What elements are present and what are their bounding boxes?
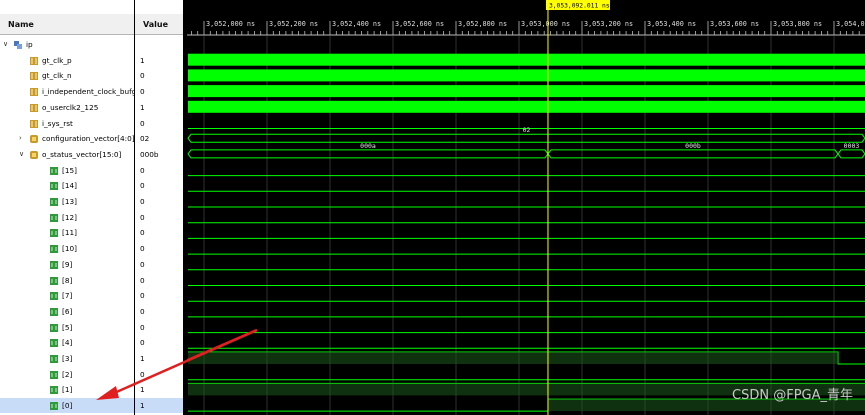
arrow-overlay xyxy=(96,328,258,400)
arrow-head xyxy=(96,386,119,400)
arrow-shaft xyxy=(111,328,258,396)
